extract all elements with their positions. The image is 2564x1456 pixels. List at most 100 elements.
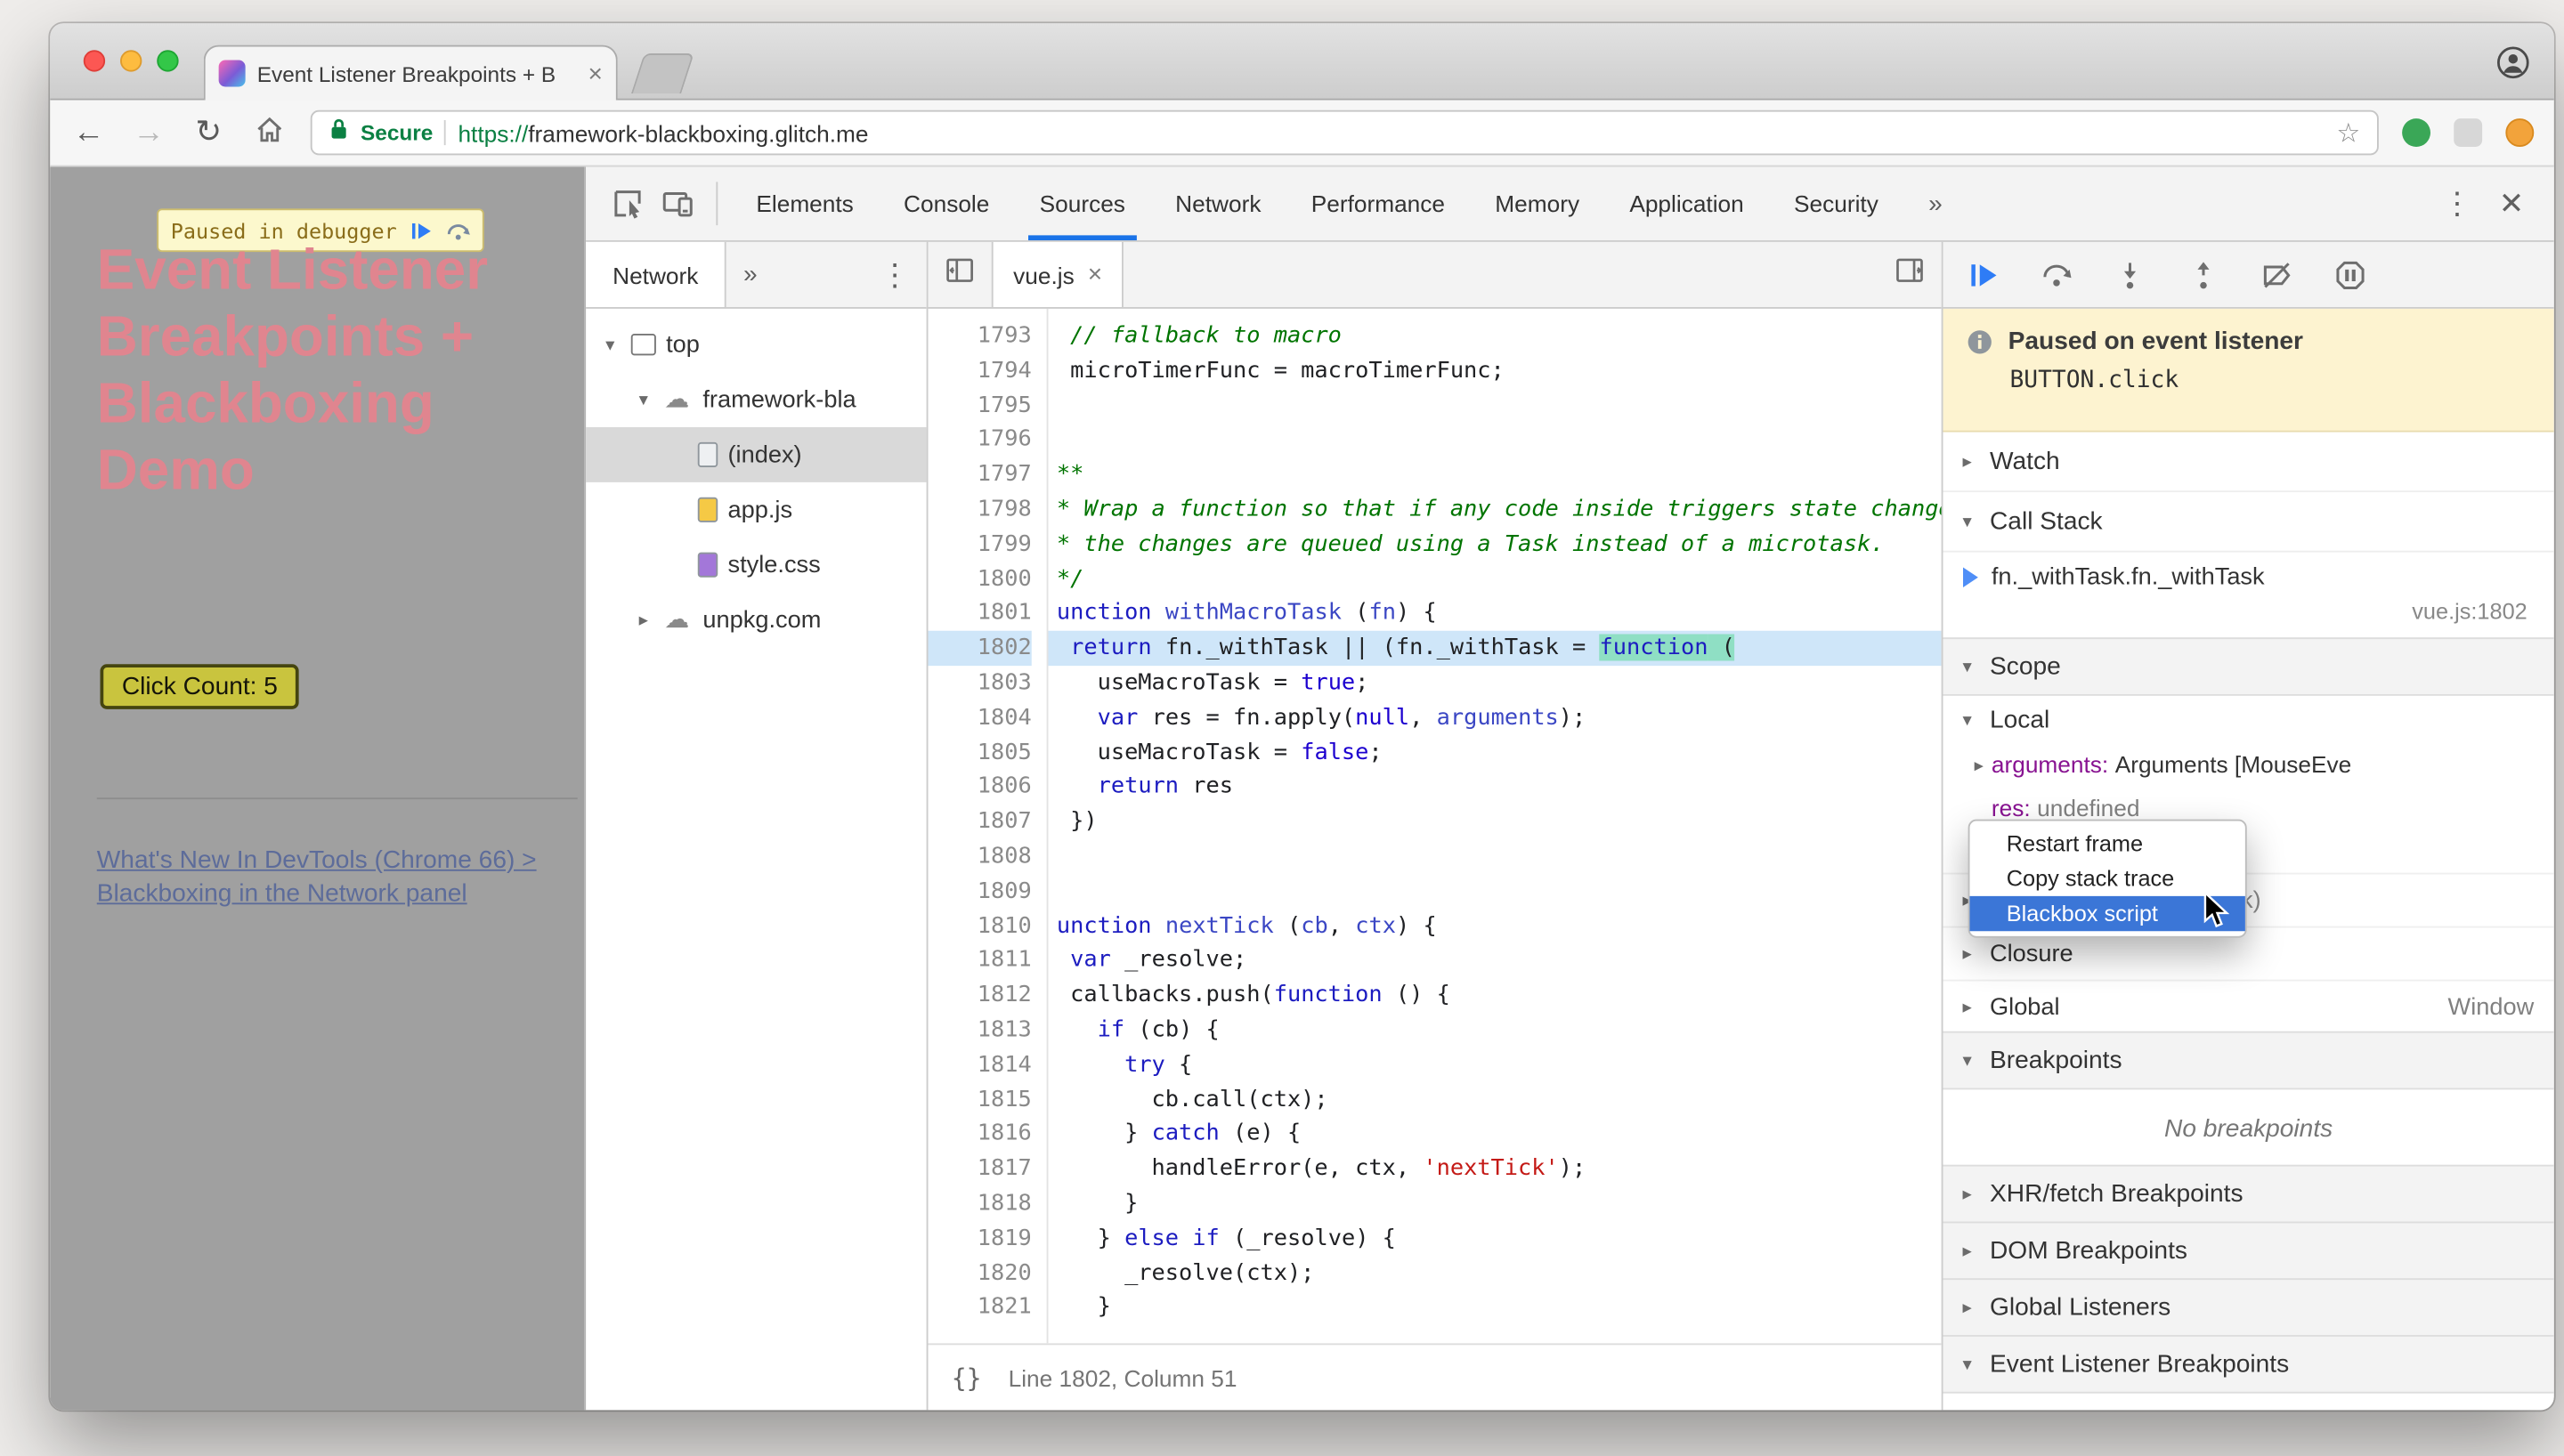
section-dom-breakpoints[interactable]: ▸ DOM Breakpoints [1943, 1221, 2554, 1281]
code-line[interactable]: ** [1057, 457, 1942, 492]
tree-item-index[interactable]: (index) [586, 427, 927, 482]
tree-item-top[interactable]: ▾ top [586, 317, 927, 372]
extension-icon-3[interactable] [2505, 118, 2535, 147]
scope-local-header[interactable]: ▾ Local [1943, 695, 2554, 743]
code-line[interactable]: microTimerFunc = macroTimerFunc; [1057, 353, 1942, 388]
devtools-tab-sources[interactable]: Sources [1015, 167, 1151, 240]
code-line[interactable] [1057, 388, 1942, 423]
frame-location[interactable]: vue.js:1802 [1963, 591, 2537, 624]
step-into-icon[interactable] [2114, 258, 2147, 292]
forward-icon[interactable]: → [130, 117, 166, 149]
tree-item-style-css[interactable]: style.css [586, 538, 927, 593]
navigator-more-tabs-icon[interactable]: » [726, 261, 774, 289]
section-xhr-fetch-breakpoints[interactable]: ▸ XHR/fetch Breakpoints [1943, 1164, 2554, 1224]
extension-icon-1[interactable] [2402, 118, 2430, 147]
whats-new-link[interactable]: What's New In DevTools (Chrome 66) > Bla… [97, 845, 555, 911]
code-line[interactable]: unction withMacroTask (fn) { [1057, 596, 1942, 631]
step-out-icon[interactable] [2187, 258, 2220, 292]
reload-icon[interactable]: ↻ [191, 117, 227, 149]
click-count-button[interactable]: Click Count: 5 [100, 664, 300, 709]
execution-line[interactable]: return fn._withTask || (fn._withTask = f… [1048, 631, 1942, 667]
more-panels-chevron-icon[interactable]: » [1903, 167, 1968, 241]
navigator-tab-network[interactable]: Network [586, 241, 727, 307]
scope-variable-arguments[interactable]: ▸ arguments: Arguments [MouseEve [1943, 742, 2554, 786]
toggle-debugger-sidebar-icon[interactable] [1895, 255, 1942, 294]
devtools-tab-performance[interactable]: Performance [1286, 167, 1471, 241]
code-line[interactable]: return res [1057, 770, 1942, 805]
devtools-tab-console[interactable]: Console [879, 167, 1015, 241]
zoom-window-button[interactable] [157, 50, 179, 72]
code-line[interactable]: // fallback to macro [1057, 319, 1942, 353]
tab-close-icon[interactable]: × [588, 61, 602, 85]
section-breakpoints[interactable]: ▾ Breakpoints [1943, 1031, 2554, 1090]
pretty-print-icon[interactable]: {} [952, 1363, 982, 1393]
code-line[interactable]: * the changes are queued using a Task in… [1057, 527, 1942, 562]
deactivate-breakpoints-icon[interactable] [2260, 258, 2294, 292]
code-line[interactable]: } else if (_resolve) { [1057, 1221, 1942, 1256]
code-line[interactable]: var _resolve; [1057, 943, 1942, 978]
code-line[interactable] [1057, 839, 1942, 874]
section-global-listeners[interactable]: ▸ Global Listeners [1943, 1278, 2554, 1337]
resume-script-icon[interactable] [1967, 258, 2000, 292]
code-line[interactable]: unction nextTick (cb, ctx) { [1057, 909, 1942, 943]
step-over-icon[interactable] [2040, 258, 2073, 292]
code-line[interactable] [1057, 874, 1942, 909]
code-line[interactable]: useMacroTask = true; [1057, 666, 1942, 700]
address-bar[interactable]: Secure https://framework-blackboxing.gli… [310, 109, 2379, 156]
scope-section-value: Window [2447, 993, 2535, 1021]
code-line[interactable]: handleError(e, ctx, 'nextTick'); [1057, 1152, 1942, 1186]
code-line[interactable]: cb.call(ctx); [1057, 1082, 1942, 1117]
code-line[interactable]: } catch (e) { [1057, 1117, 1942, 1152]
extension-icon-2[interactable] [2454, 118, 2483, 147]
doc-icon [697, 497, 718, 522]
code-line[interactable]: } [1057, 1290, 1942, 1325]
devtools-close-icon[interactable]: ✕ [2499, 189, 2524, 219]
device-toolbar-icon[interactable] [653, 179, 702, 229]
browser-tab[interactable]: Event Listener Breakpoints + B × [203, 44, 618, 101]
minimize-window-button[interactable] [120, 50, 142, 72]
editor-tab-vuejs[interactable]: vue.js × [991, 241, 1124, 307]
profile-icon[interactable] [2495, 45, 2530, 80]
code-line[interactable]: * Wrap a function so that if any code in… [1057, 492, 1942, 527]
code-editor[interactable]: 1793 1794 1795 1796 1797 1798 1799 1800 1801 1802… [928, 308, 1942, 1344]
code-line[interactable]: var res = fn.apply(null, arguments); [1057, 700, 1942, 735]
home-icon[interactable] [250, 114, 287, 152]
code-line[interactable]: _resolve(ctx); [1057, 1256, 1942, 1290]
code-line[interactable]: } [1057, 1186, 1942, 1221]
disclosure-icon: ▸ [638, 611, 648, 631]
devtools-menu-icon[interactable]: ⋮ [2442, 189, 2472, 219]
call-stack-frame[interactable]: fn._withTask.fn._withTask vue.js:1802 [1943, 553, 2554, 640]
bookmark-star-icon[interactable]: ☆ [2336, 116, 2360, 150]
devtools-tab-application[interactable]: Application [1604, 167, 1769, 241]
section-event-listener-breakpoints[interactable]: ▾ Event Listener Breakpoints [1943, 1335, 2554, 1394]
pause-on-exceptions-icon[interactable] [2333, 258, 2367, 292]
devtools-tab-security[interactable]: Security [1769, 167, 1903, 241]
devtools-tab-elements[interactable]: Elements [731, 167, 879, 241]
section-scope[interactable]: ▾ Scope [1943, 637, 2554, 696]
back-icon[interactable]: ← [70, 117, 107, 149]
section-call-stack[interactable]: ▾ Call Stack [1943, 492, 2554, 553]
code-line[interactable]: */ [1057, 562, 1942, 596]
devtools-tab-memory[interactable]: Memory [1470, 167, 1604, 241]
editor-tab-close-icon[interactable]: × [1088, 262, 1102, 287]
menu-item-copy-stack-trace[interactable]: Copy stack trace [1970, 861, 2245, 896]
devtools-tab-network[interactable]: Network [1150, 167, 1286, 241]
tree-item-framework-bla[interactable]: ▾ ☁ framework-bla [586, 372, 927, 427]
code-line[interactable]: if (cb) { [1057, 1013, 1942, 1048]
inspect-element-icon[interactable] [603, 179, 653, 229]
toggle-navigator-icon[interactable] [929, 255, 992, 294]
navigator-menu-icon[interactable]: ⋮ [880, 260, 927, 290]
doc-icon [697, 552, 718, 578]
code-line[interactable]: }) [1057, 805, 1942, 839]
code-line[interactable] [1057, 423, 1942, 457]
new-tab-button[interactable] [630, 53, 694, 93]
scope-section-global-2[interactable]: ▸ Global Window [1943, 979, 2554, 1033]
tree-item-unpkg-com[interactable]: ▸ ☁ unpkg.com [586, 593, 927, 648]
code-line[interactable]: callbacks.push(function () { [1057, 978, 1942, 1013]
tree-item-app-js[interactable]: app.js [586, 482, 927, 538]
code-line[interactable]: try { [1057, 1048, 1942, 1082]
close-window-button[interactable] [83, 50, 106, 72]
section-watch[interactable]: ▸ Watch [1943, 432, 2554, 493]
menu-item-restart-frame[interactable]: Restart frame [1970, 826, 2245, 861]
code-line[interactable]: useMacroTask = false; [1057, 735, 1942, 770]
